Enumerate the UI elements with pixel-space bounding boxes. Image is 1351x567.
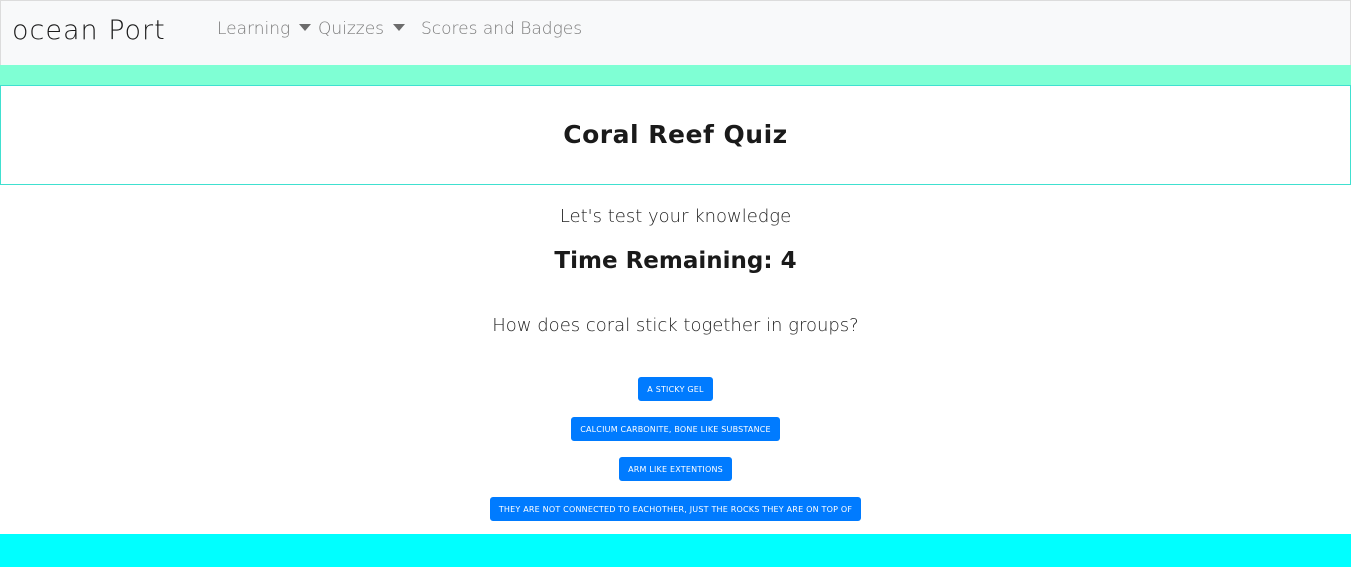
nav-dropdown-learning[interactable]: Learning — [217, 19, 312, 39]
timer: Time Remaining: 4 — [0, 248, 1351, 274]
nav-dropdown-quizzes[interactable]: Quizzes — [318, 19, 406, 39]
caret-down-icon — [393, 23, 406, 31]
nav-link-scores-badges[interactable]: Scores and Badges — [421, 19, 582, 39]
page-title: Coral Reef Quiz — [563, 119, 788, 149]
timer-value: 4 — [780, 248, 797, 274]
navbar: ocean Port Learning Quizzes Scores and B… — [0, 0, 1351, 65]
answer-button-2[interactable]: Calcium Carbonite, bone like substance — [571, 417, 780, 441]
answer-button-3[interactable]: Arm like extentions — [619, 457, 732, 481]
timer-label: Time Remaining: — [554, 248, 773, 274]
nav-quizzes-label: Quizzes — [318, 19, 385, 39]
header-band — [0, 65, 1351, 85]
title-card: Coral Reef Quiz — [0, 85, 1351, 185]
quiz-subtitle: Let's test your knowledge — [559, 206, 792, 227]
answer-button-4[interactable]: they are not connected to eachother, jus… — [489, 497, 862, 521]
answer-button-1[interactable]: A sticky gel — [638, 377, 713, 401]
brand-logo[interactable]: ocean Port — [12, 15, 166, 46]
answer-list: A sticky gel Calcium Carbonite, bone lik… — [0, 377, 1351, 537]
caret-down-icon — [299, 23, 312, 31]
quiz-question: How does coral stick together in groups? — [492, 315, 859, 336]
footer-band — [0, 534, 1351, 567]
nav-scores-label: Scores and Badges — [421, 19, 583, 39]
nav-learning-label: Learning — [217, 19, 291, 39]
